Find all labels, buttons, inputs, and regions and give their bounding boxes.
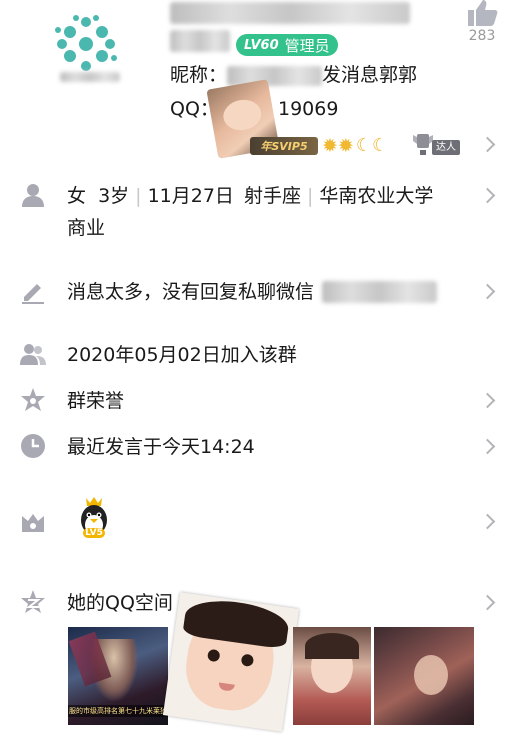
moon-icon: ☾ [371, 135, 389, 156]
group-avatar[interactable] [50, 8, 122, 80]
chevron-right-icon[interactable] [479, 438, 496, 455]
photo-caption: 服的市级高排名第七十九米莱狄 [68, 705, 168, 717]
nickname-line: 昵称： 发消息郭郭 [170, 62, 417, 88]
level-badge-role: 管理员 [284, 36, 330, 55]
qq-level-icons: ✹ ✹ ☾ ☾ [322, 135, 389, 157]
signature-text: 消息太多，没有回复私聊微信 [67, 281, 315, 303]
nickname-label: 昵称： [170, 64, 228, 86]
chevron-right-icon[interactable] [479, 594, 496, 611]
person-icon [20, 182, 46, 208]
like-count: 283 [468, 28, 496, 44]
group-honor-label[interactable]: 群荣誉 [67, 388, 124, 414]
extra-blur [170, 30, 230, 52]
last-spoke-text: 最近发言于今天14:24 [67, 436, 255, 458]
sun-icon: ✹ [337, 135, 354, 157]
profile-school: 华南农业大学 [319, 185, 434, 207]
pencil-icon [20, 278, 46, 304]
signature-blur [322, 281, 437, 303]
flower-logo-icon [55, 15, 117, 71]
qzone-photo[interactable] [374, 627, 474, 725]
qzone-label[interactable]: 她的QQ空间 [67, 590, 173, 616]
group-name-blur [170, 2, 410, 24]
avatar-caption-blur [60, 72, 120, 82]
profile-zodiac: 射手座 [243, 185, 301, 207]
svip-badge-text: 年SVIP5 [260, 140, 308, 153]
expert-badge: 达人 [412, 132, 464, 156]
chevron-right-icon[interactable] [479, 392, 496, 409]
chevron-right-icon[interactable] [479, 136, 496, 153]
crown-box-icon [20, 510, 46, 536]
profile-info-line: 女 3岁 | 11月27日 射手座 | 华南农业大学 [67, 185, 434, 207]
group-members-icon [20, 341, 46, 367]
chevron-right-icon[interactable] [479, 513, 496, 530]
trophy-icon [413, 134, 433, 155]
like-button[interactable]: 283 [462, 0, 502, 44]
star-icon [20, 387, 46, 413]
qq-value: 19069 [278, 98, 339, 120]
profile-industry: 商业 [67, 217, 106, 239]
qzone-star-icon [20, 589, 46, 615]
qzone-photo[interactable]: 服的市级高排名第七十九米莱狄 [68, 627, 168, 725]
qq-penguin-game-badge[interactable]: LV5 [74, 496, 114, 544]
qzone-photo[interactable] [162, 592, 300, 732]
level-badge: LV60 管理员 [236, 34, 338, 56]
thumbs-up-icon [468, 0, 498, 26]
chevron-right-icon[interactable] [479, 187, 496, 204]
svip-badge: 年SVIP5 [250, 137, 318, 155]
qzone-photo[interactable] [293, 627, 371, 725]
clock-icon [20, 433, 46, 459]
nickname-blur [227, 65, 323, 86]
joined-date: 2020年05月02日加入该群 [67, 344, 297, 366]
level-badge-level: LV60 [244, 37, 279, 53]
chevron-right-icon[interactable] [479, 283, 496, 300]
profile-gender: 女 [67, 185, 87, 207]
profile-birthday: 11月27日 [147, 185, 234, 207]
nickname-value: 发消息郭郭 [322, 64, 418, 86]
profile-age: 3岁 [98, 185, 130, 207]
game-level-text: LV5 [85, 528, 103, 538]
expert-badge-text: 达人 [436, 142, 456, 153]
moon-icon: ☾ [355, 135, 372, 156]
sun-icon: ✹ [322, 135, 338, 157]
